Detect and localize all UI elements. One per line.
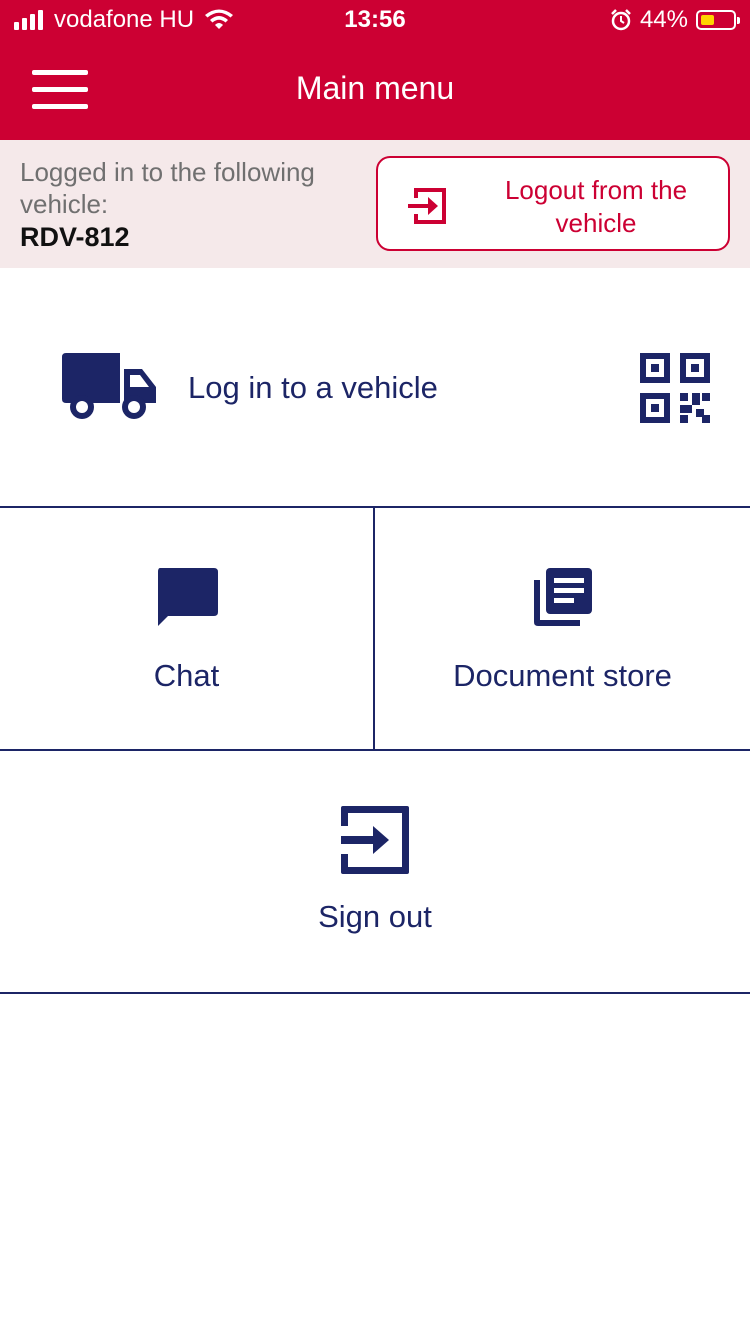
documents-icon [533, 568, 592, 626]
app-header: vodafone HU 13:56 44% Main menu [0, 0, 750, 140]
sign-out-label: Sign out [318, 899, 432, 934]
document-store-label: Document store [453, 658, 672, 693]
chat-label: Chat [153, 658, 220, 693]
logout-vehicle-button[interactable]: Logout from the vehicle [376, 156, 730, 251]
battery-level [701, 15, 714, 25]
menu-grid-row: Chat Document store [0, 508, 750, 751]
qr-code-icon[interactable] [640, 353, 710, 423]
login-vehicle-item[interactable]: Log in to a vehicle [0, 268, 750, 508]
vehicle-status-label: Logged in to the following vehicle: [20, 157, 315, 219]
sign-out-icon [341, 806, 409, 874]
battery-icon [696, 10, 740, 30]
sign-out-item[interactable]: Sign out [0, 751, 750, 994]
login-vehicle-label: Log in to a vehicle [188, 370, 438, 405]
chat-item[interactable]: Chat [0, 508, 375, 749]
chat-bubble-icon [157, 568, 218, 626]
document-store-item[interactable]: Document store [375, 508, 750, 749]
battery-percentage: 44% [639, 6, 688, 33]
vehicle-plate-number: RDV-812 [20, 222, 130, 252]
truck-icon [62, 353, 156, 419]
alarm-icon [611, 9, 631, 31]
current-vehicle-bar: Logged in to the following vehicle: RDV-… [0, 140, 750, 268]
status-bar: vodafone HU 13:56 44% [0, 0, 750, 40]
logout-arrow-icon [408, 188, 446, 224]
status-right: 44% [610, 6, 740, 34]
logout-vehicle-label: Logout from the vehicle [504, 175, 688, 238]
page-title: Main menu [295, 70, 455, 106]
